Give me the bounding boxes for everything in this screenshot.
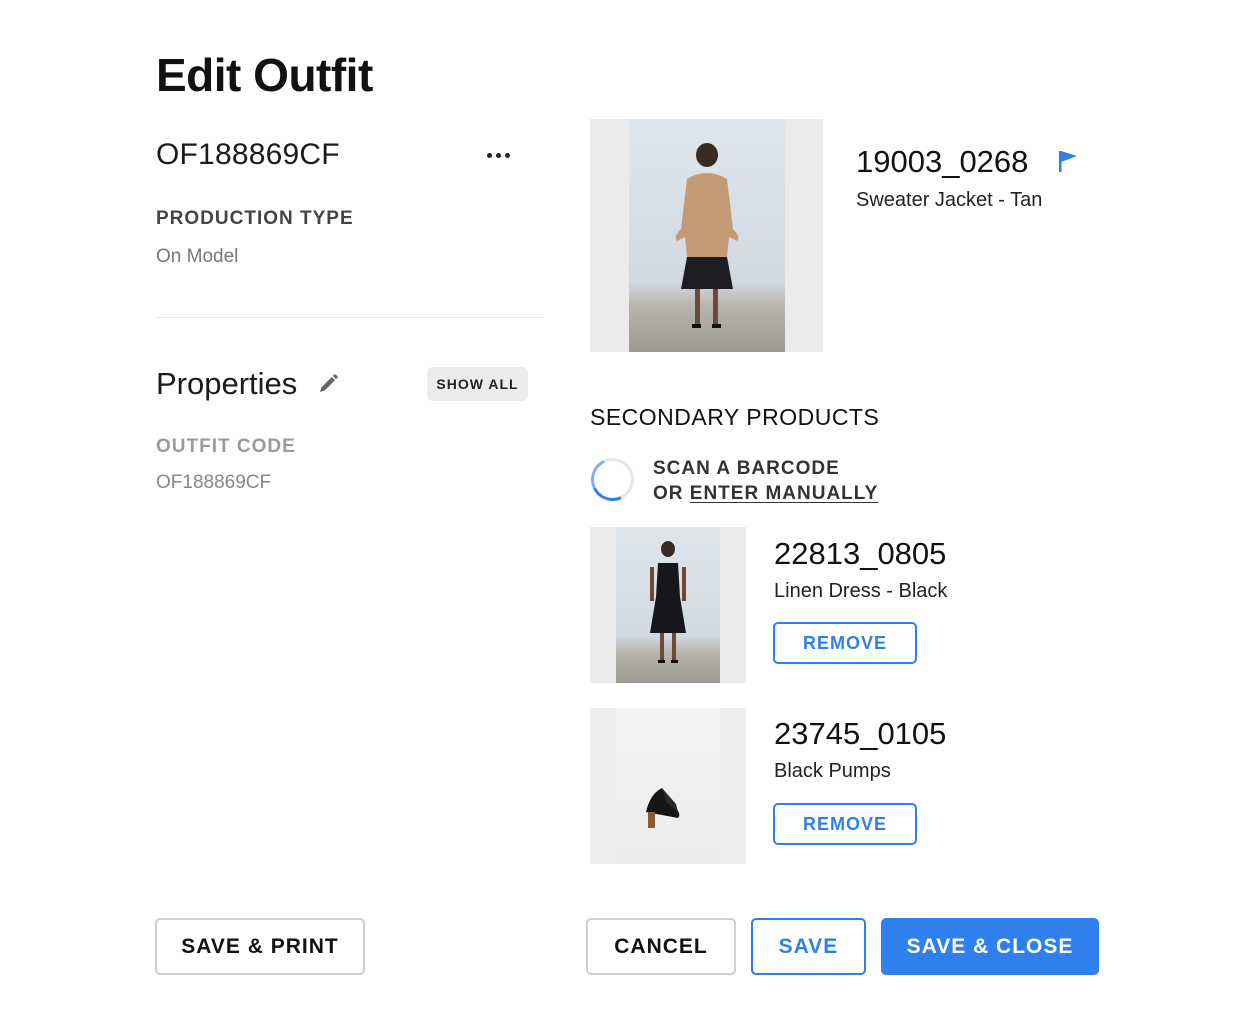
outfit-code-value: OF188869CF xyxy=(156,472,272,493)
properties-heading: Properties xyxy=(156,366,298,401)
remove-button[interactable]: REMOVE xyxy=(773,622,917,664)
secondary-products-heading: SECONDARY PRODUCTS xyxy=(590,404,880,430)
cancel-button[interactable]: CANCEL xyxy=(586,918,736,975)
pencil-icon[interactable] xyxy=(316,372,340,396)
primary-product-name: Sweater Jacket - Tan xyxy=(856,189,1043,211)
show-all-button[interactable]: SHOW ALL xyxy=(427,367,528,401)
secondary-product-name: Linen Dress - Black xyxy=(774,580,948,602)
secondary-product-sku: 22813_0805 xyxy=(774,536,947,571)
or-text: OR xyxy=(653,483,690,504)
save-and-close-button[interactable]: SAVE & CLOSE xyxy=(881,918,1099,975)
secondary-product-image xyxy=(590,708,746,864)
primary-product-sku: 19003_0268 xyxy=(856,144,1029,179)
scan-barcode-text: SCAN A BARCODE xyxy=(653,458,840,479)
loading-spinner-icon xyxy=(584,451,641,508)
remove-button[interactable]: REMOVE xyxy=(773,803,917,845)
more-options-icon[interactable] xyxy=(480,140,516,170)
enter-manually-link[interactable]: ENTER MANUALLY xyxy=(690,483,879,504)
save-button[interactable]: SAVE xyxy=(751,918,866,975)
flag-icon[interactable] xyxy=(1056,148,1080,174)
outfit-code-label: OUTFIT CODE xyxy=(156,436,296,457)
secondary-product-sku: 23745_0105 xyxy=(774,716,947,751)
production-type-value: On Model xyxy=(156,246,239,267)
save-and-print-button[interactable]: SAVE & PRINT xyxy=(155,918,365,975)
outfit-id: OF188869CF xyxy=(156,138,340,171)
enter-manually-line: OR ENTER MANUALLY xyxy=(653,481,878,506)
secondary-product-name: Black Pumps xyxy=(774,760,891,782)
production-type-label: PRODUCTION TYPE xyxy=(156,208,354,229)
primary-product-image xyxy=(590,119,823,352)
page-title: Edit Outfit xyxy=(156,49,373,101)
secondary-product-image xyxy=(590,527,746,683)
scan-barcode-prompt: SCAN A BARCODE OR ENTER MANUALLY xyxy=(653,456,878,506)
section-divider xyxy=(156,317,544,318)
